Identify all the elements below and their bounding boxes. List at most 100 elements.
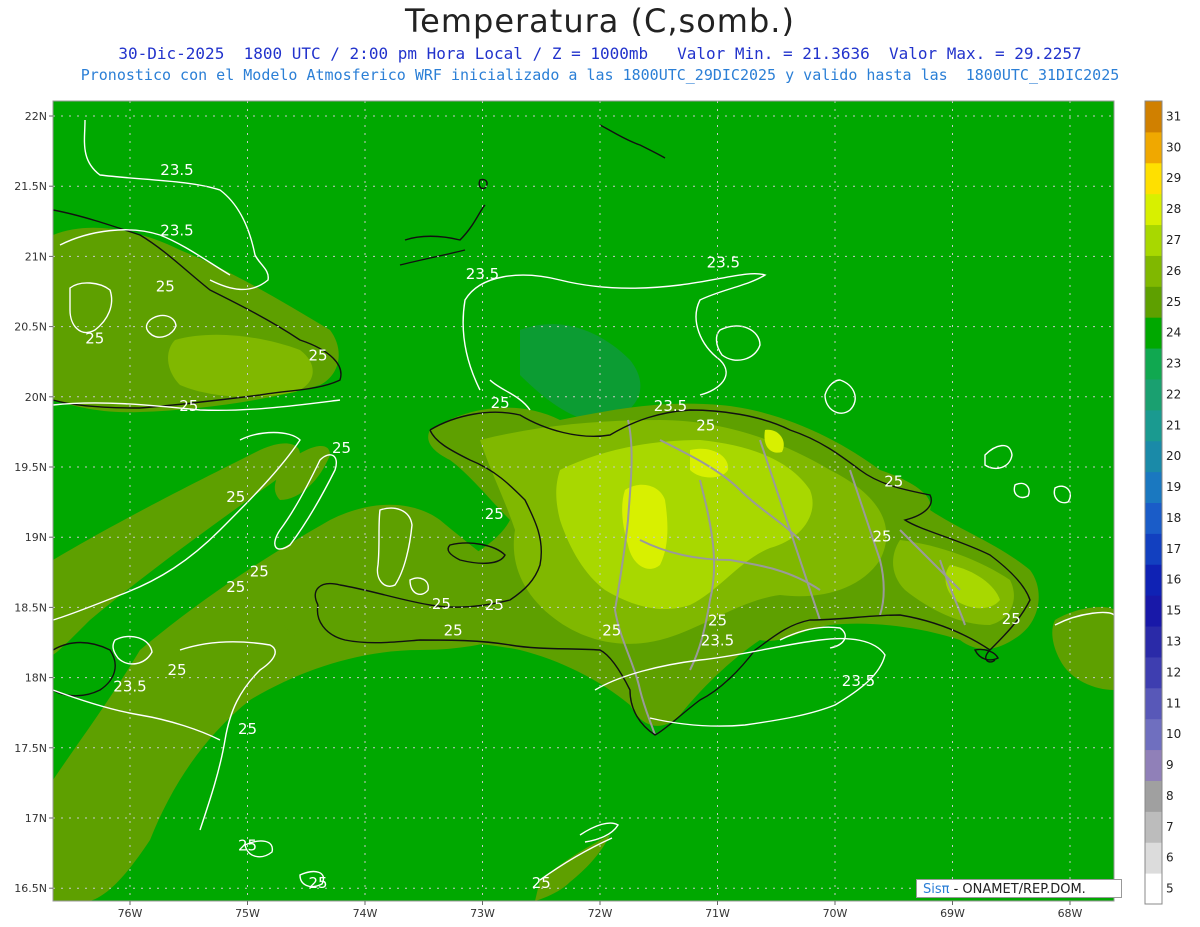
- contour-label: 25: [238, 720, 257, 738]
- lat-label: 16.5N: [14, 882, 47, 895]
- colorbar-label: 8: [1166, 789, 1174, 803]
- lon-label: 70W: [823, 907, 848, 920]
- colorbar-swatch: [1145, 286, 1162, 318]
- colorbar-swatch: [1145, 873, 1162, 905]
- credit-box: Sisπ - ONAMET/REP.DOM.: [916, 879, 1122, 898]
- colorbar-label: 30: [1166, 140, 1181, 154]
- colorbar-label: 31: [1166, 109, 1181, 123]
- lat-label: 19N: [25, 531, 47, 544]
- lat-label: 18.5N: [14, 601, 47, 614]
- contour-label: 25: [332, 439, 351, 457]
- colorbar-label: 19: [1166, 480, 1181, 494]
- lat-label: 20N: [25, 391, 47, 404]
- colorbar-label: 12: [1166, 665, 1181, 679]
- colorbar-label: 17: [1166, 542, 1181, 556]
- contour-label: 23.5: [466, 265, 499, 283]
- contour-label: 25: [226, 578, 245, 596]
- contour-label: 25: [156, 278, 175, 296]
- contour-label: 23.5: [842, 672, 875, 690]
- longitude-axis: 76W 75W 74W 73W 72W 71W 70W 69W 68W: [118, 901, 1083, 920]
- contour-label: 25: [532, 874, 551, 892]
- colorbar-swatch: [1145, 626, 1162, 658]
- colorbar-swatch: [1145, 131, 1162, 164]
- lon-label: 69W: [940, 907, 965, 920]
- colorbar-swatch: [1145, 378, 1162, 411]
- contour-label: 25: [308, 346, 327, 364]
- lon-label: 73W: [470, 907, 495, 920]
- temperature-map: 23.523.52525252523.523.525 23.52525252525…: [14, 100, 1181, 920]
- colorbar-swatch: [1145, 842, 1162, 874]
- lat-label: 20.5N: [14, 321, 47, 334]
- colorbar-label: 10: [1166, 727, 1181, 741]
- contour-label: 23.5: [707, 254, 740, 272]
- colorbar-swatch: [1145, 656, 1162, 689]
- colorbar-label: 9: [1166, 758, 1174, 772]
- colorbar-swatch: [1145, 564, 1162, 596]
- contour-label: 25: [708, 612, 727, 630]
- colorbar-swatch: [1145, 749, 1162, 781]
- colorbar-swatch: [1145, 440, 1162, 473]
- colorbar-swatch: [1145, 409, 1162, 442]
- colorbar-label: 20: [1166, 449, 1181, 463]
- colorbar-label: 18: [1166, 511, 1181, 525]
- colorbar-label: 21: [1166, 418, 1181, 432]
- contour-label: 25: [1002, 610, 1021, 628]
- colorbar-label: 15: [1166, 604, 1181, 618]
- colorbar-swatch: [1145, 193, 1162, 226]
- colorbar-swatch: [1145, 255, 1162, 287]
- map-field: 23.523.52525252523.523.525 23.52525252525…: [53, 101, 1114, 901]
- colorbar-label: 16: [1166, 573, 1181, 587]
- contour-label: 23.5: [701, 631, 734, 649]
- colorbar-label: 5: [1166, 882, 1174, 896]
- colorbar-label: 13: [1166, 634, 1181, 648]
- lat-label: 17.5N: [14, 742, 47, 755]
- colorbar-swatch: [1145, 317, 1162, 349]
- temperature-colorbar: 5 6 7 8 9 10 11 12 13 15 16 17 18 19 20 21 22 23 24 25 26 27 2…: [1144, 100, 1181, 905]
- lon-label: 74W: [353, 907, 378, 920]
- colorbar-label: 24: [1166, 326, 1181, 340]
- sispi-logo: Sisπ: [923, 882, 950, 897]
- contour-label: 25: [250, 563, 269, 581]
- colorbar-swatch: [1145, 811, 1162, 843]
- lon-label: 75W: [235, 907, 260, 920]
- contour-label: 25: [491, 394, 510, 412]
- lon-label: 68W: [1058, 907, 1083, 920]
- contour-label: 25: [485, 505, 504, 523]
- colorbar-swatch: [1145, 780, 1162, 812]
- lat-label: 22N: [25, 110, 47, 123]
- colorbar-label: 25: [1166, 295, 1181, 309]
- colorbar-swatch: [1145, 533, 1162, 565]
- colorbar-swatch: [1145, 502, 1162, 534]
- contour-label: 25: [696, 416, 715, 434]
- lat-label: 17N: [25, 812, 47, 825]
- contour-label: 25: [602, 621, 621, 639]
- lon-label: 71W: [705, 907, 730, 920]
- contour-label: 25: [444, 621, 463, 639]
- colorbar-label: 7: [1166, 820, 1174, 834]
- colorbar-swatch: [1145, 718, 1162, 751]
- lat-label: 19.5N: [14, 461, 47, 474]
- contour-label: 23.5: [160, 221, 193, 239]
- contour-label: 25: [432, 595, 451, 613]
- colorbar-label: 6: [1166, 851, 1174, 865]
- colorbar-swatch: [1145, 162, 1162, 195]
- contour-label: 25: [167, 661, 186, 679]
- colorbar-label: 27: [1166, 233, 1181, 247]
- lat-label: 18N: [25, 672, 47, 685]
- contour-label: 25: [872, 527, 891, 545]
- contour-label: 23.5: [113, 678, 146, 696]
- colorbar-label: 23: [1166, 357, 1181, 371]
- colorbar-label: 28: [1166, 202, 1181, 216]
- colorbar-label: 11: [1166, 696, 1181, 710]
- contour-label: 25: [884, 473, 903, 491]
- lat-label: 21.5N: [14, 180, 47, 193]
- latitude-axis: 22N 21.5N 21N 20.5N 20N 19.5N 19N 18.5N 18N 17.5N…: [14, 110, 53, 895]
- contour-label: 25: [308, 874, 327, 892]
- lon-label: 72W: [588, 907, 613, 920]
- lon-label: 76W: [118, 907, 143, 920]
- contour-label: 23.5: [160, 161, 193, 179]
- colorbar-label: 26: [1166, 264, 1181, 278]
- contour-label: 23.5: [654, 397, 687, 415]
- colorbar-swatch: [1145, 348, 1162, 380]
- lat-label: 21N: [25, 250, 47, 263]
